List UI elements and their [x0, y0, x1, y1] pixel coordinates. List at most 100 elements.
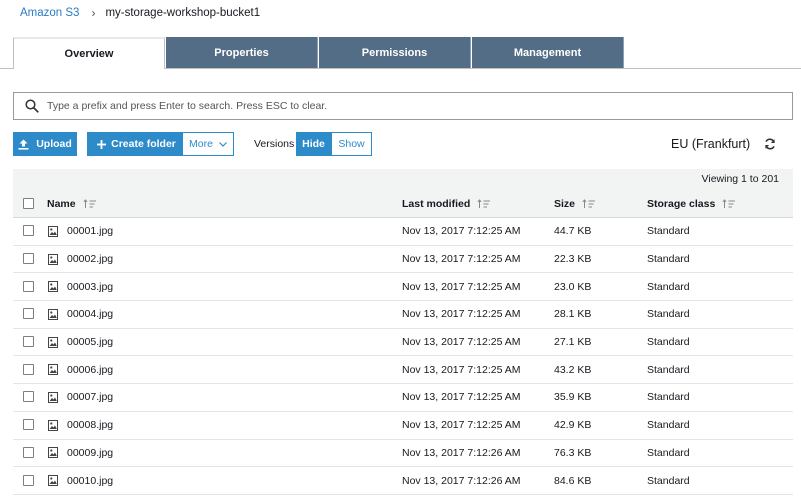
column-header-size[interactable]: Size: [554, 190, 596, 218]
file-name-link[interactable]: 00007.jpg: [48, 384, 113, 411]
file-name-link[interactable]: 00009.jpg: [48, 440, 113, 467]
table-row[interactable]: 00007.jpg Nov 13, 2017 7:12:25 AM 35.9 K…: [13, 384, 793, 412]
viewing-count-bar: Viewing 1 to 201: [13, 169, 793, 190]
column-header-last-modified[interactable]: Last modified: [402, 190, 491, 218]
last-modified-cell: Nov 13, 2017 7:12:25 AM: [402, 225, 521, 238]
table-row[interactable]: 00010.jpg Nov 13, 2017 7:12:26 AM 84.6 K…: [13, 467, 793, 495]
more-dropdown-button[interactable]: More: [182, 132, 234, 156]
last-modified-cell: Nov 13, 2017 7:12:25 AM: [402, 391, 521, 404]
table-row[interactable]: 00004.jpg Nov 13, 2017 7:12:25 AM 28.1 K…: [13, 301, 793, 329]
storage-class-cell: Standard: [647, 253, 690, 266]
image-file-icon: [48, 281, 58, 293]
search-input[interactable]: [47, 100, 747, 112]
file-name-link[interactable]: 00004.jpg: [48, 301, 113, 328]
size-cell: 22.3 KB: [554, 253, 592, 266]
column-header-size-label: Size: [554, 198, 576, 210]
column-header-last-modified-label: Last modified: [402, 198, 471, 210]
upload-button[interactable]: Upload: [13, 132, 77, 156]
file-name: 00007.jpg: [67, 391, 114, 404]
last-modified-cell: Nov 13, 2017 7:12:25 AM: [402, 253, 521, 266]
storage-class-cell: Standard: [647, 363, 690, 376]
file-name-link[interactable]: 00002.jpg: [48, 246, 113, 273]
file-name-link[interactable]: 00008.jpg: [48, 412, 113, 439]
column-header-storage-class[interactable]: Storage class: [647, 190, 736, 218]
breadcrumb-amazon-s3-link[interactable]: Amazon S3: [20, 7, 79, 19]
create-folder-button[interactable]: Create folder: [87, 132, 186, 156]
refresh-icon[interactable]: [764, 138, 776, 150]
upload-button-label: Upload: [36, 138, 72, 150]
row-checkbox[interactable]: [23, 363, 34, 375]
versions-hide-button[interactable]: Hide: [296, 132, 331, 156]
image-file-icon: [48, 308, 58, 320]
image-file-icon: [48, 447, 58, 459]
table-row[interactable]: 00001.jpg Nov 13, 2017 7:12:25 AM 44.7 K…: [13, 218, 793, 246]
size-cell: 43.2 KB: [554, 363, 592, 376]
image-file-icon: [48, 253, 58, 265]
tab-permissions[interactable]: Permissions: [319, 37, 471, 68]
file-name-link[interactable]: 00006.jpg: [48, 356, 113, 383]
row-checkbox[interactable]: [23, 308, 34, 320]
table-row[interactable]: 00003.jpg Nov 13, 2017 7:12:25 AM 23.0 K…: [13, 273, 793, 302]
select-all-checkbox[interactable]: [23, 197, 34, 209]
storage-class-cell: Standard: [647, 336, 690, 349]
tab-overview[interactable]: Overview: [13, 37, 165, 69]
table-header: Name Last modified Size Storage class: [13, 190, 793, 218]
tab-bar: Overview Properties Permissions Manageme…: [0, 37, 801, 69]
tab-management[interactable]: Management: [472, 37, 624, 68]
toolbar: Upload Create folder More Versions Hide …: [13, 132, 793, 156]
sort-icon: [477, 199, 491, 208]
table-row[interactable]: 00009.jpg Nov 13, 2017 7:12:26 AM 76.3 K…: [13, 440, 793, 468]
size-cell: 23.0 KB: [554, 280, 592, 293]
file-name-link[interactable]: 00005.jpg: [48, 329, 113, 356]
row-checkbox[interactable]: [23, 391, 34, 403]
row-checkbox[interactable]: [23, 280, 34, 292]
table-row[interactable]: 00008.jpg Nov 13, 2017 7:12:25 AM 42.9 K…: [13, 412, 793, 440]
chevron-down-icon: [219, 141, 227, 147]
sort-icon: [722, 199, 736, 208]
table-row[interactable]: 00005.jpg Nov 13, 2017 7:12:25 AM 27.1 K…: [13, 329, 793, 357]
sort-icon: [83, 199, 96, 208]
image-file-icon: [48, 419, 58, 431]
image-file-icon: [48, 364, 58, 376]
column-header-storage-class-label: Storage class: [647, 198, 716, 210]
file-name: 00006.jpg: [67, 363, 114, 376]
file-name: 00004.jpg: [67, 308, 114, 321]
column-header-name[interactable]: Name: [47, 190, 97, 218]
last-modified-cell: Nov 13, 2017 7:12:25 AM: [402, 308, 521, 321]
objects-table: Name Last modified Size Storage class 00…: [13, 190, 793, 495]
table-row[interactable]: 00002.jpg Nov 13, 2017 7:12:25 AM 22.3 K…: [13, 246, 793, 274]
versions-show-button[interactable]: Show: [331, 132, 372, 156]
row-checkbox[interactable]: [23, 419, 34, 431]
breadcrumb: Amazon S3 › my-storage-workshop-bucket1: [20, 6, 260, 20]
more-button-label: More: [189, 138, 213, 150]
row-checkbox[interactable]: [23, 446, 34, 458]
last-modified-cell: Nov 13, 2017 7:12:26 AM: [402, 446, 521, 459]
viewing-count: Viewing 1 to 201: [701, 173, 779, 185]
size-cell: 76.3 KB: [554, 446, 592, 459]
create-folder-button-label: Create folder: [111, 138, 176, 150]
size-cell: 44.7 KB: [554, 225, 592, 238]
file-name-link[interactable]: 00010.jpg: [48, 467, 113, 494]
size-cell: 28.1 KB: [554, 308, 592, 321]
row-checkbox[interactable]: [23, 474, 34, 486]
file-name-link[interactable]: 00003.jpg: [48, 273, 113, 300]
storage-class-cell: Standard: [647, 280, 690, 293]
region-label: EU (Frankfurt): [671, 137, 751, 151]
row-checkbox[interactable]: [23, 336, 34, 348]
search-box: [13, 92, 793, 120]
table-row[interactable]: 00006.jpg Nov 13, 2017 7:12:25 AM 43.2 K…: [13, 356, 793, 385]
file-name: 00002.jpg: [67, 253, 114, 266]
versions-label: Versions: [254, 138, 295, 150]
size-cell: 42.9 KB: [554, 419, 592, 432]
file-name: 00009.jpg: [67, 446, 114, 459]
row-checkbox[interactable]: [23, 225, 34, 237]
tab-properties[interactable]: Properties: [166, 37, 318, 68]
row-checkbox[interactable]: [23, 253, 34, 265]
image-file-icon: [48, 475, 58, 487]
upload-icon: [18, 139, 29, 150]
image-file-icon: [48, 391, 58, 403]
file-name: 00010.jpg: [67, 474, 114, 487]
image-file-icon: [48, 336, 58, 348]
file-name-link[interactable]: 00001.jpg: [48, 218, 113, 245]
size-cell: 35.9 KB: [554, 391, 592, 404]
